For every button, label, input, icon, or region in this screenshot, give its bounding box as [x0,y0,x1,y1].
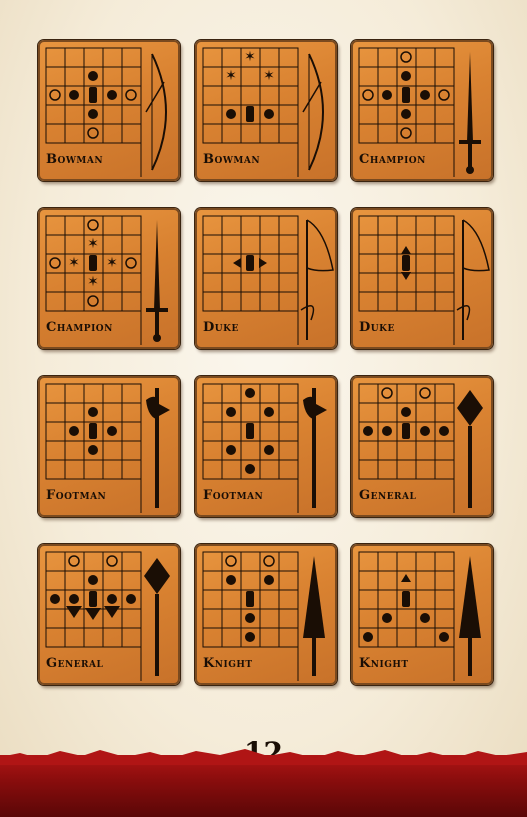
tile-footman-front: Footman [38,376,180,517]
tile-label: Bowman [46,152,104,167]
tile-general-front: General [351,376,493,517]
svg-text:✶: ✶ [68,255,80,271]
tile-label: General [46,656,104,671]
tile-general-back: General [38,544,180,685]
rules-page: Bowman ✶ ✶ ✶ Bowman Champion ✶ ✶ ✶ ✶ Cha… [0,0,527,817]
tile-label: Knight [359,656,409,671]
sword-icon [459,52,481,174]
tile-label: Duke [203,320,239,335]
svg-text:✶: ✶ [244,49,256,65]
torn-edge [0,749,527,765]
tile-knight-front: Knight [195,544,337,685]
svg-text:✶: ✶ [106,255,118,271]
svg-text:✶: ✶ [87,236,99,252]
banner-icon [456,219,490,340]
tile-label: Footman [46,488,107,503]
tile-label: General [359,488,417,503]
tile-duke-back: Duke [351,208,493,349]
tile-champion-back: ✶ ✶ ✶ ✶ Champion [38,208,180,349]
tile-label: Duke [359,320,395,335]
tile-label: Footman [203,488,264,503]
tile-label: Champion [46,320,113,335]
tile-knight-back: Knight [351,544,493,685]
bow-icon [145,53,167,171]
bow-icon [302,53,324,171]
svg-text:✶: ✶ [225,68,237,84]
tile-duke-front: Duke [195,208,337,349]
sword-icon [146,220,168,342]
tile-label: Knight [203,656,253,671]
svg-text:✶: ✶ [263,68,275,84]
tile-label: Bowman [203,152,261,167]
tile-bowman-front: Bowman [38,40,180,181]
lance-icon [459,556,481,676]
tile-bowman-back: ✶ ✶ ✶ Bowman [195,40,337,181]
tile-footman-back: Footman [195,376,337,517]
footer-band [0,749,527,817]
banner-icon [300,219,334,340]
mace-icon [144,558,170,676]
svg-text:✶: ✶ [87,274,99,290]
lance-icon [303,556,325,676]
tile-champion-front: Champion [351,40,493,181]
halberd-icon [303,388,327,508]
halberd-icon [146,388,170,508]
mace-icon [457,390,483,508]
tile-label: Champion [359,152,426,167]
